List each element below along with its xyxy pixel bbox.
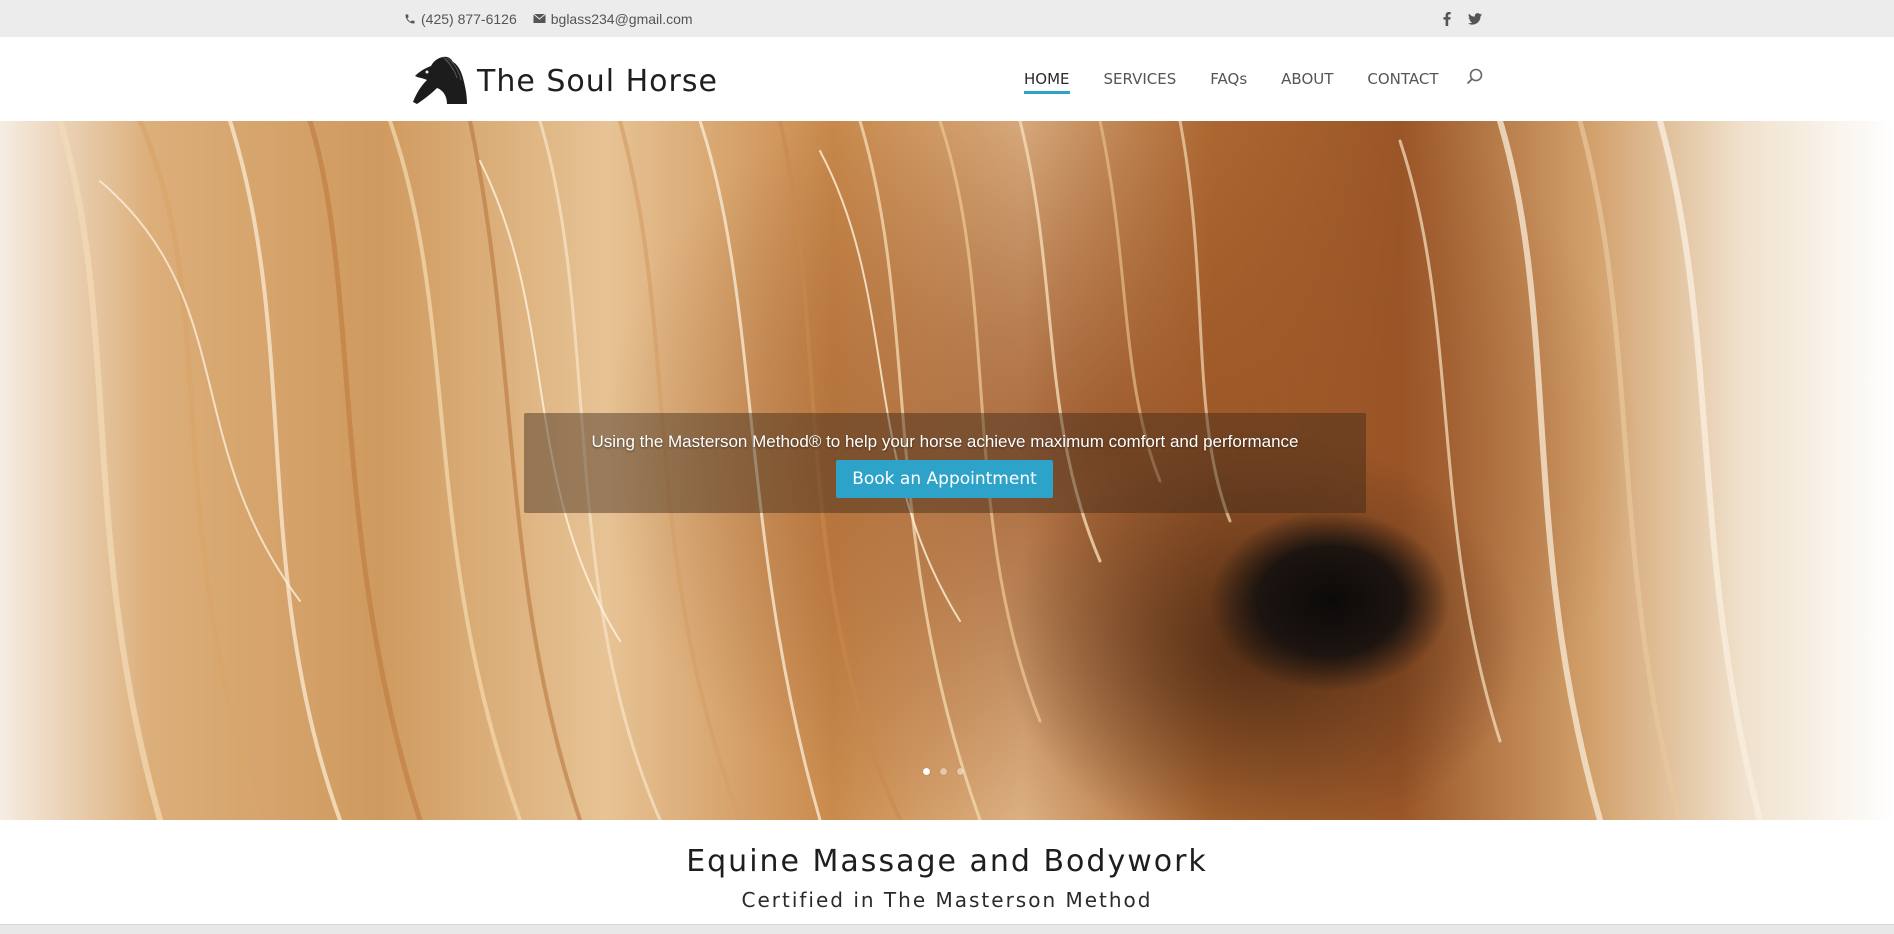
intro-subtitle: Certified in The Masterson Method xyxy=(741,888,1153,912)
site-title: The Soul Horse xyxy=(477,63,718,99)
hero-tagline: Using the Masterson Method® to help your… xyxy=(591,432,1299,451)
nav-item-contact[interactable]: CONTACT xyxy=(1367,60,1438,98)
phone-icon xyxy=(405,14,415,23)
facebook-icon[interactable] xyxy=(1440,11,1454,26)
site-logo[interactable]: The Soul Horse xyxy=(407,56,718,106)
slider-dot-1[interactable] xyxy=(923,768,930,775)
site-header: The Soul Horse HOME SERVICES FAQs ABOUT … xyxy=(0,37,1894,122)
main-nav: HOME SERVICES FAQs ABOUT CONTACT xyxy=(1024,37,1473,121)
search-icon[interactable] xyxy=(1466,68,1488,90)
horse-head-icon xyxy=(413,56,467,104)
intro-title: Equine Massage and Bodywork xyxy=(686,844,1208,879)
phone-item[interactable]: (425) 877-6126 xyxy=(404,11,517,27)
nav-item-about[interactable]: ABOUT xyxy=(1281,60,1333,98)
social-links xyxy=(1440,0,1482,37)
slider-dots xyxy=(923,768,964,775)
slider-dot-3[interactable] xyxy=(957,768,964,775)
email-item[interactable]: bglass234@gmail.com xyxy=(532,10,693,27)
intro-section: Equine Massage and Bodywork Certified in… xyxy=(0,820,1894,924)
nav-item-home[interactable]: HOME xyxy=(1024,60,1070,98)
phone-number: (425) 877-6126 xyxy=(421,10,517,27)
email-address: bglass234@gmail.com xyxy=(550,10,693,27)
nav-item-faqs[interactable]: FAQs xyxy=(1210,60,1247,98)
contact-info: (425) 877-6126 bglass234@gmail.com xyxy=(404,0,693,37)
hero-slider: Using the Masterson Method® to help your… xyxy=(0,121,1894,820)
twitter-icon[interactable] xyxy=(1468,12,1482,26)
top-bar: (425) 877-6126 bglass234@gmail.com xyxy=(0,0,1894,37)
slider-dot-2[interactable] xyxy=(940,768,947,775)
envelope-icon xyxy=(532,13,546,23)
nav-item-services[interactable]: SERVICES xyxy=(1104,60,1177,98)
book-appointment-button[interactable]: Book an Appointment xyxy=(836,460,1053,498)
